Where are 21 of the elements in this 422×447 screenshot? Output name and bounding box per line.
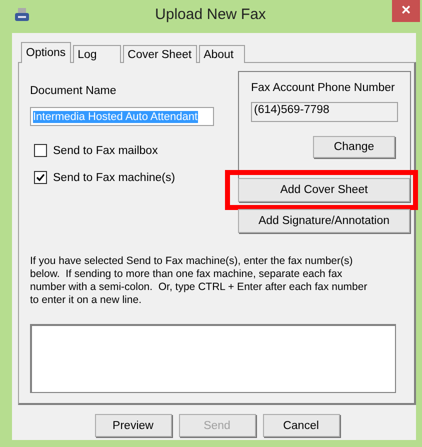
checkbox-label: Send to Fax machine(s) — [53, 172, 176, 184]
instructions-text: If you have selected Send to Fax machine(s), enter the fax number(s) below. If sending to more than one fax machine, separate each fax number with a semi-colon. Or, type CTRL + Enter after each fax number to enter it on a new line. — [30, 255, 368, 307]
fax-numbers-field[interactable] — [30, 324, 396, 393]
checkbox-label: Send to Fax mailbox — [53, 144, 158, 156]
sheet-button[interactable]: Add Cover Sheet — [238, 178, 410, 202]
phone-number-field: (614)569-7798 — [251, 102, 398, 122]
dialog-button[interactable]: Preview — [94, 414, 172, 437]
checkbox[interactable] — [34, 171, 47, 184]
account-label: Fax Account Phone Number — [251, 82, 396, 94]
sheet-button[interactable]: Add Signature/Annotation — [238, 209, 410, 233]
tab[interactable]: Options — [21, 42, 71, 63]
tab[interactable]: About — [198, 45, 245, 63]
dialog-button[interactable]: Cancel — [262, 414, 340, 437]
close-button[interactable]: × — [392, 0, 420, 22]
checkbox[interactable] — [34, 144, 47, 157]
fax-machine-icon — [15, 8, 29, 22]
window-title: Upload New Fax — [155, 6, 266, 23]
tab[interactable]: Cover Sheet — [122, 45, 197, 63]
tab[interactable]: Log — [72, 45, 121, 63]
change-button[interactable]: Change — [313, 136, 395, 158]
document-name-label: Document Name — [30, 85, 118, 97]
